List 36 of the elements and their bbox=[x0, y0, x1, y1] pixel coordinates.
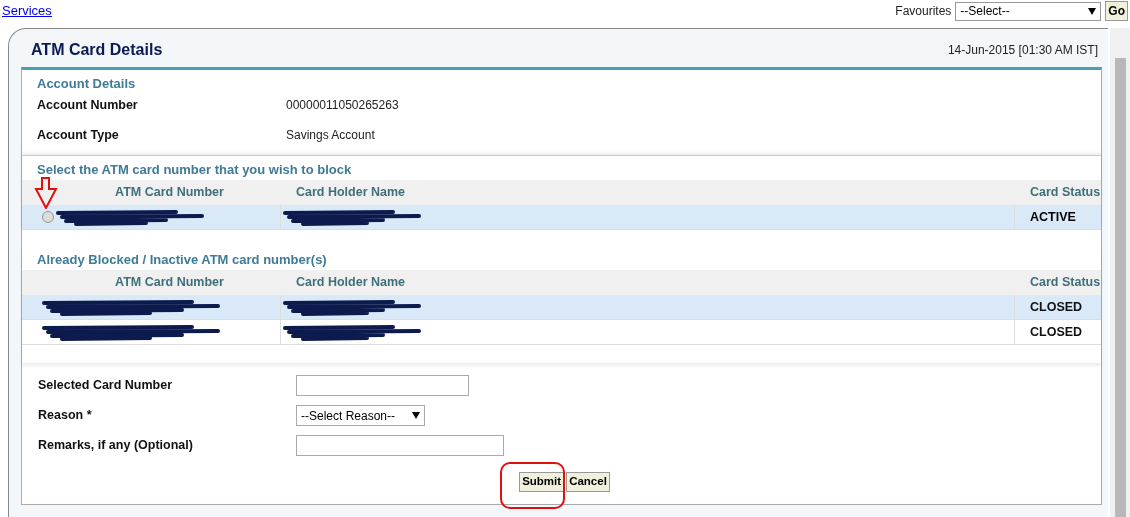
circle-annotation bbox=[500, 462, 565, 509]
remarks-field[interactable] bbox=[296, 435, 504, 456]
cancel-button[interactable]: Cancel bbox=[566, 472, 610, 492]
field-label: Selected Card Number bbox=[38, 377, 174, 395]
column-header: Card Holder Name bbox=[295, 184, 407, 202]
submit-button[interactable]: Submit bbox=[519, 472, 565, 492]
field-value: Savings Account bbox=[286, 127, 375, 144]
section-heading: Select the ATM card number that you wish to block bbox=[36, 161, 353, 179]
column-header: ATM Card Number bbox=[115, 274, 224, 292]
arrow-annotation bbox=[34, 177, 58, 209]
field-label: Account Number bbox=[36, 97, 139, 114]
column-header: Card Holder Name bbox=[295, 274, 407, 292]
section-heading: Already Blocked / Inactive ATM card number(s) bbox=[36, 251, 328, 269]
status-cell-text: ACTIVE bbox=[1029, 208, 1076, 226]
radio-button[interactable] bbox=[42, 211, 54, 223]
column-header: Card Status bbox=[1029, 184, 1101, 202]
status-cell-text: CLOSED bbox=[1029, 323, 1083, 341]
field-value: 00000011050265263 bbox=[286, 97, 399, 114]
column-header: Card Status bbox=[1029, 274, 1101, 292]
services-link[interactable]: Services bbox=[2, 1, 52, 21]
go-button[interactable]: Go bbox=[1105, 1, 1128, 21]
field-label: Reason * bbox=[38, 407, 93, 425]
section-heading: Account Details bbox=[36, 75, 137, 93]
favourites-label: Favourites bbox=[895, 3, 952, 20]
favourites-dropdown[interactable]: --Select-- bbox=[955, 1, 1102, 21]
dropdown-caret-icon bbox=[1088, 7, 1097, 15]
scrollbar-thumb[interactable] bbox=[1114, 58, 1126, 517]
column-header: ATM Card Number bbox=[115, 184, 224, 202]
field-label: Account Type bbox=[36, 127, 120, 144]
dropdown-caret-icon bbox=[412, 412, 420, 419]
panel-title: ATM Card Details bbox=[31, 40, 163, 60]
status-cell-text: CLOSED bbox=[1029, 298, 1083, 316]
reason-dropdown[interactable]: --Select Reason-- bbox=[296, 405, 425, 426]
field-label: Remarks, if any (Optional) bbox=[38, 437, 194, 455]
card-number-field[interactable] bbox=[296, 375, 469, 396]
timestamp: 14-Jun-2015 [01:30 AM IST] bbox=[947, 42, 1098, 59]
